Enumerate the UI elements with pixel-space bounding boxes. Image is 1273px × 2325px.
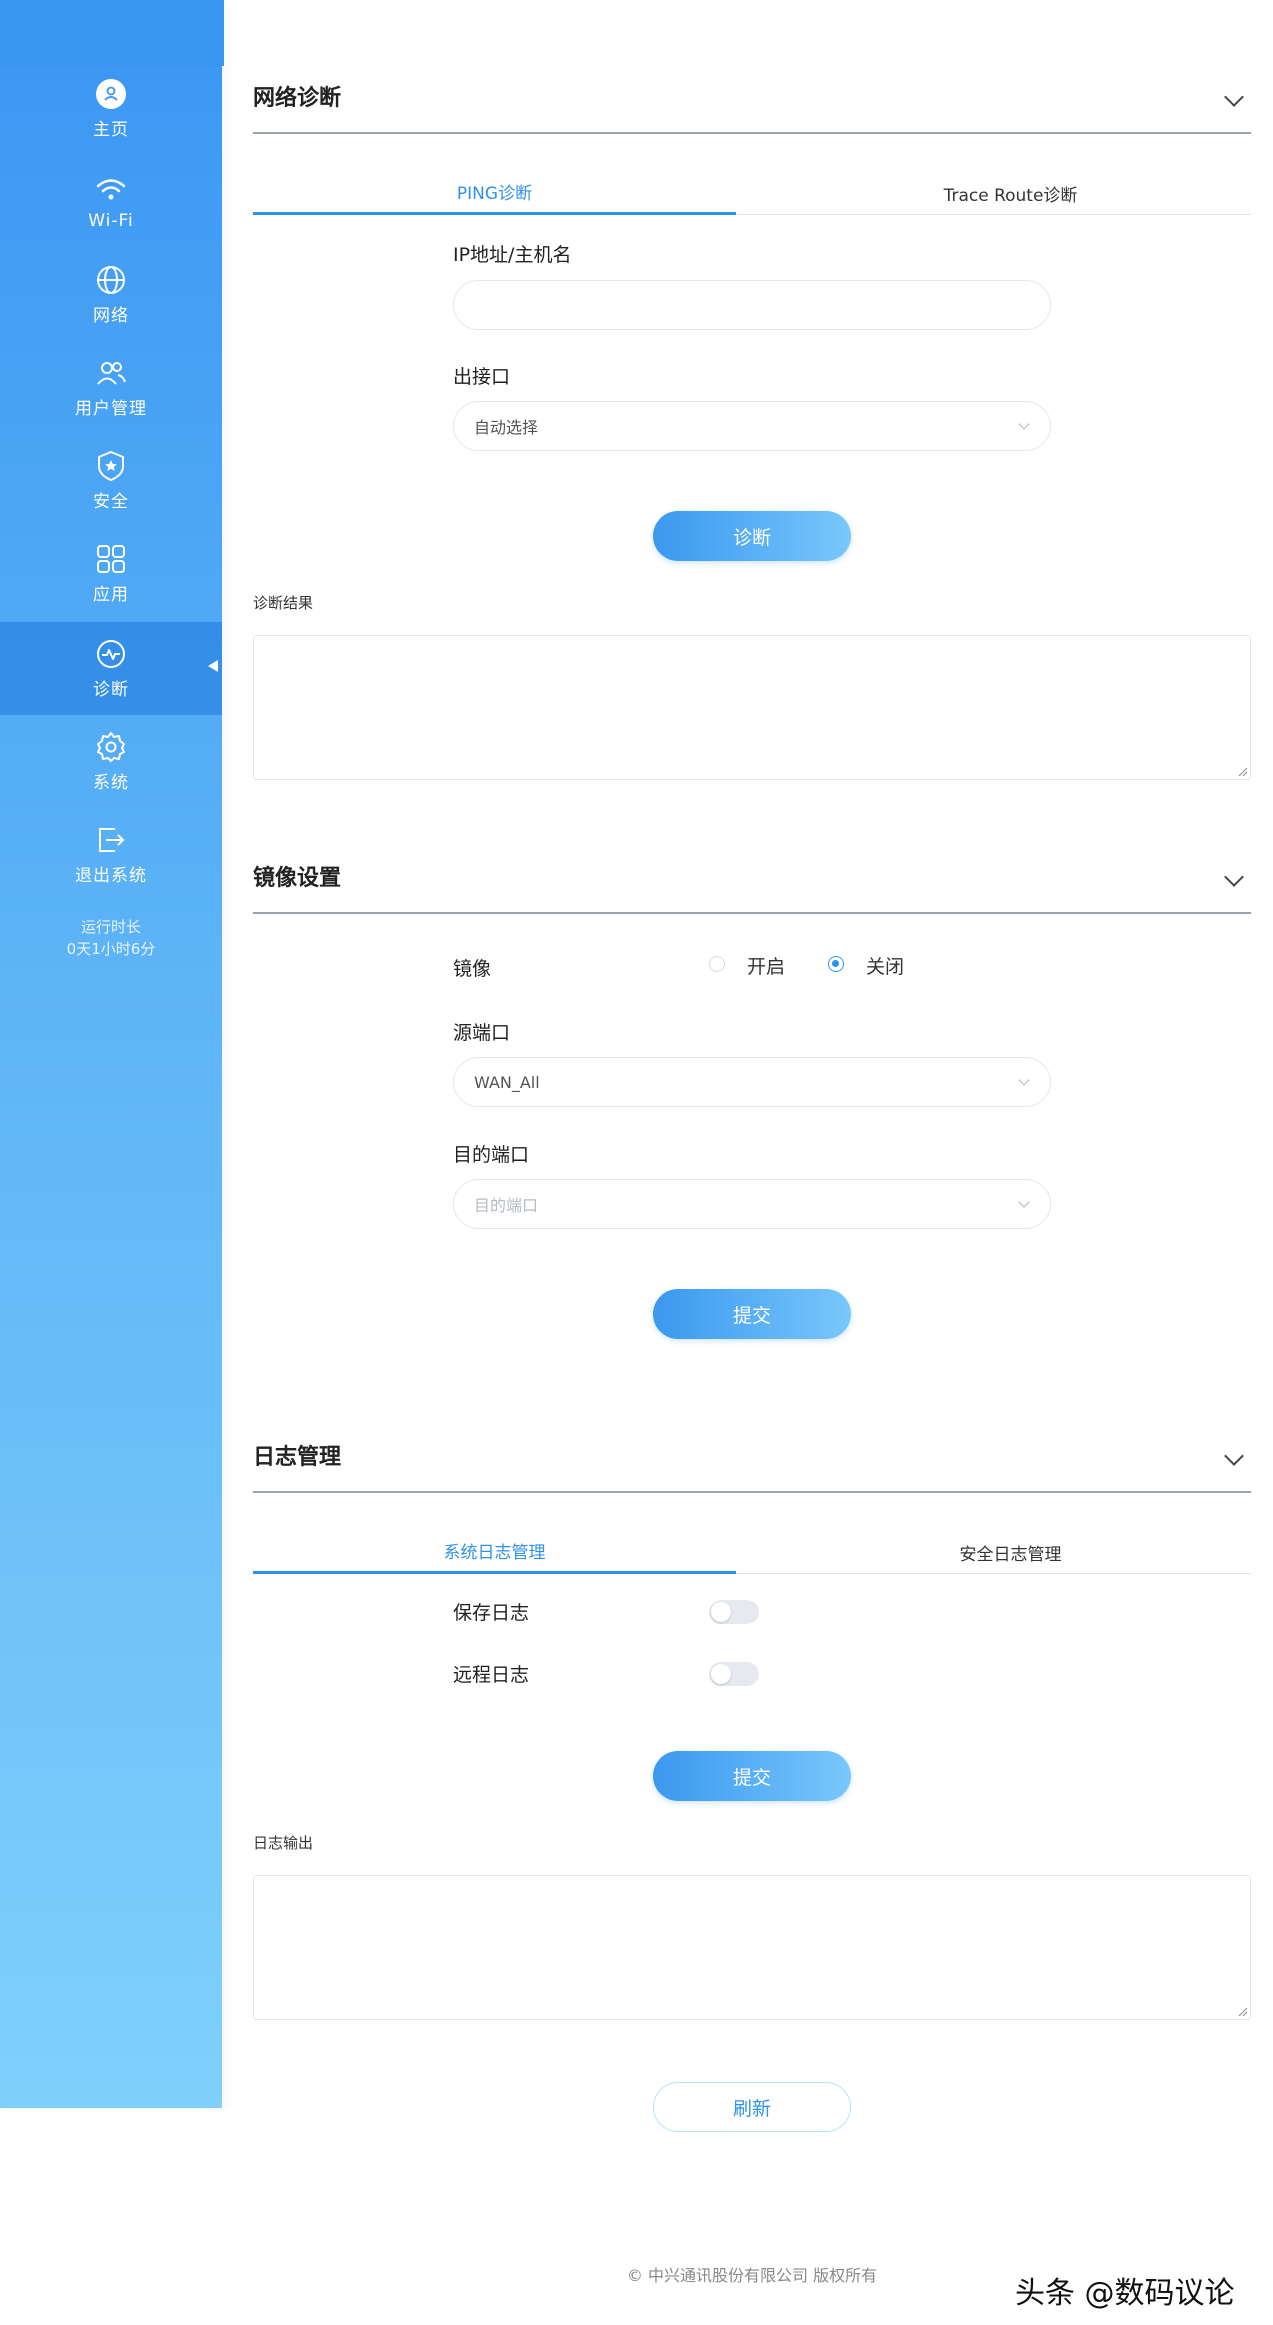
sidebar-item-label: 系统 xyxy=(93,773,129,793)
remote-log-label: 远程日志 xyxy=(453,1664,530,1686)
diag-result-label: 诊断结果 xyxy=(253,594,314,612)
log-management-header[interactable]: 日志管理 xyxy=(253,1425,1251,1493)
ip-host-label: IP地址/主机名 xyxy=(453,244,572,266)
sidebar-item-label: 退出系统 xyxy=(75,866,147,886)
save-log-toggle[interactable] xyxy=(709,1600,759,1624)
sidebar-item-label: Wi-Fi xyxy=(88,210,134,231)
dest-port-placeholder: 目的端口 xyxy=(474,1196,539,1215)
users-icon xyxy=(94,356,128,390)
mirror-on-label: 开启 xyxy=(747,956,786,978)
sidebar-item-security[interactable]: 安全 xyxy=(0,434,222,527)
uptime-label: 运行时长 xyxy=(80,918,141,936)
sidebar-item-apps[interactable]: 应用 xyxy=(0,527,222,620)
wifi-icon xyxy=(94,173,128,207)
network-diag-tabs: PING诊断 Trace Route诊断 xyxy=(253,171,1251,215)
tab-system-log[interactable]: 系统日志管理 xyxy=(253,1530,736,1574)
network-diag-header[interactable]: 网络诊断 xyxy=(253,66,1251,134)
watermark: 头条 @数码议论 xyxy=(1015,2276,1235,2311)
sidebar-item-users[interactable]: 用户管理 xyxy=(0,341,222,434)
remote-log-toggle[interactable] xyxy=(709,1662,759,1686)
sidebar-item-wifi[interactable]: Wi-Fi xyxy=(0,155,222,248)
apps-grid-icon xyxy=(94,542,128,576)
log-output-label: 日志输出 xyxy=(253,1834,314,1852)
mirror-off-label: 关闭 xyxy=(866,956,905,978)
ip-host-input[interactable] xyxy=(453,280,1051,330)
chevron-down-icon[interactable] xyxy=(1224,87,1244,107)
mirror-on-radio[interactable] xyxy=(709,956,725,972)
diagnose-button[interactable]: 诊断 xyxy=(653,511,851,561)
log-output-textarea[interactable] xyxy=(253,1875,1251,2020)
sidebar-item-label: 安全 xyxy=(93,492,129,512)
sidebar-item-network[interactable]: 网络 xyxy=(0,248,222,341)
source-port-select[interactable]: WAN_All xyxy=(453,1057,1051,1107)
chevron-down-icon[interactable] xyxy=(1224,1446,1244,1466)
toggle-knob xyxy=(711,1602,731,1622)
toggle-knob xyxy=(711,1664,731,1684)
sidebar: 主页 Wi-Fi 网络 用户管理 安全 应用 诊断 系统 退出系统 运行时长 0… xyxy=(0,0,224,2108)
sidebar-item-label: 网络 xyxy=(93,306,129,326)
section-title: 网络诊断 xyxy=(253,86,342,111)
mirror-off-radio[interactable] xyxy=(828,956,844,972)
sidebar-item-home[interactable]: 主页 xyxy=(0,62,222,155)
save-log-label: 保存日志 xyxy=(453,1602,530,1624)
source-port-value: WAN_All xyxy=(474,1072,540,1092)
sidebar-item-label: 应用 xyxy=(93,585,129,605)
active-indicator-arrow-icon xyxy=(208,660,218,672)
section-title: 日志管理 xyxy=(253,1445,342,1470)
mirror-settings-header[interactable]: 镜像设置 xyxy=(253,846,1251,914)
dest-port-select[interactable]: 目的端口 xyxy=(453,1179,1051,1229)
refresh-button[interactable]: 刷新 xyxy=(653,2082,851,2132)
tab-traceroute[interactable]: Trace Route诊断 xyxy=(769,171,1252,215)
resize-grip-icon[interactable] xyxy=(1237,766,1247,776)
out-iface-value: 自动选择 xyxy=(474,418,539,437)
mirror-label: 镜像 xyxy=(453,958,492,980)
chevron-down-icon xyxy=(1018,418,1030,430)
shield-star-icon xyxy=(94,449,128,483)
gear-icon xyxy=(94,730,128,764)
logout-icon xyxy=(94,823,128,857)
pulse-icon xyxy=(94,637,128,671)
log-tabs: 系统日志管理 安全日志管理 xyxy=(253,1530,1251,1574)
resize-grip-icon[interactable] xyxy=(1237,2006,1247,2016)
sidebar-item-label: 用户管理 xyxy=(75,399,147,419)
uptime-value: 0天1小时6分 xyxy=(66,940,156,958)
log-submit-button[interactable]: 提交 xyxy=(653,1751,851,1801)
sidebar-item-system[interactable]: 系统 xyxy=(0,715,222,808)
chevron-down-icon xyxy=(1018,1196,1030,1208)
dest-port-label: 目的端口 xyxy=(453,1144,530,1166)
out-iface-select[interactable]: 自动选择 xyxy=(453,401,1051,451)
globe-icon xyxy=(94,263,128,297)
sidebar-item-label: 主页 xyxy=(93,120,129,140)
tab-security-log[interactable]: 安全日志管理 xyxy=(769,1530,1252,1574)
chevron-down-icon xyxy=(1018,1074,1030,1086)
tab-ping[interactable]: PING诊断 xyxy=(253,171,736,215)
sidebar-item-label: 诊断 xyxy=(93,680,129,700)
sidebar-item-diagnosis[interactable]: 诊断 xyxy=(0,622,222,715)
section-title: 镜像设置 xyxy=(253,866,342,891)
home-user-icon xyxy=(94,77,128,111)
uptime-display: 运行时长 0天1小时6分 xyxy=(0,916,222,960)
sidebar-header-strip xyxy=(0,0,224,66)
chevron-down-icon[interactable] xyxy=(1224,867,1244,887)
sidebar-item-logout[interactable]: 退出系统 xyxy=(0,808,222,901)
out-iface-label: 出接口 xyxy=(453,366,511,388)
source-port-label: 源端口 xyxy=(453,1022,511,1044)
mirror-submit-button[interactable]: 提交 xyxy=(653,1289,851,1339)
diag-result-textarea[interactable] xyxy=(253,635,1251,780)
